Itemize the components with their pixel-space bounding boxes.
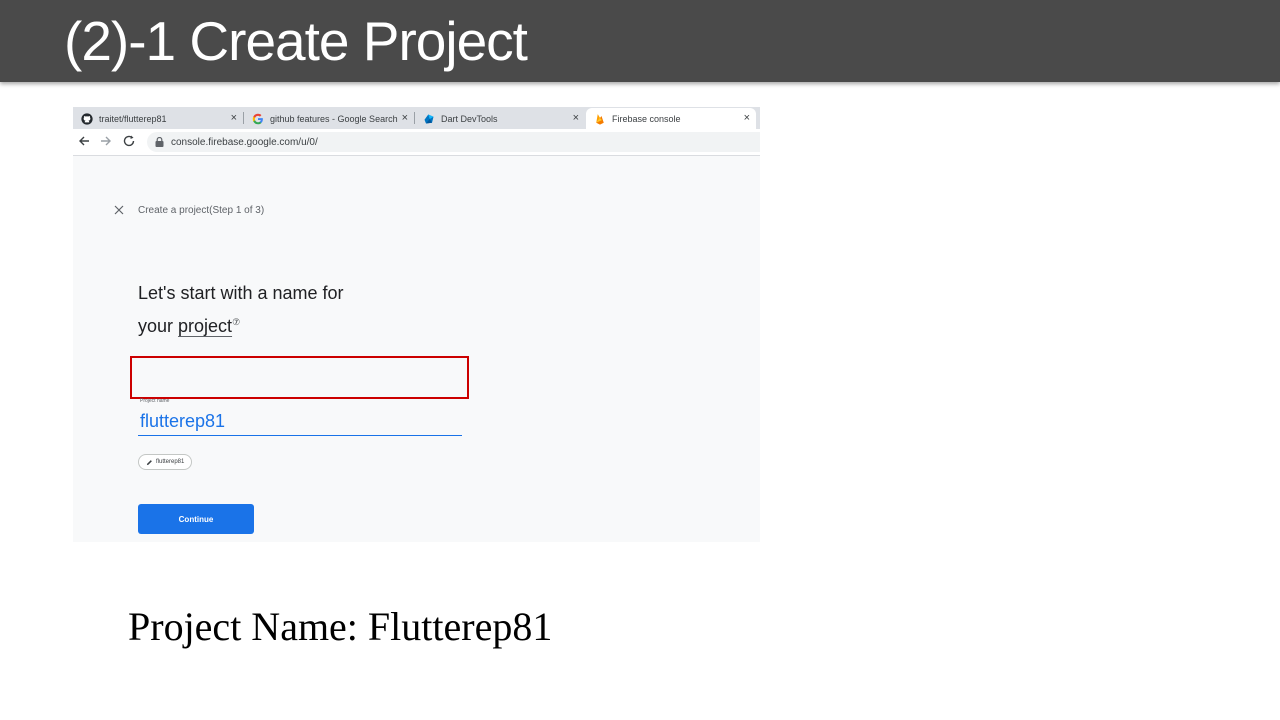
project-term-link[interactable]: project — [178, 316, 232, 336]
url-text: console.firebase.google.com/u/0/ — [171, 136, 318, 148]
tab-label: github features - Google Search — [270, 113, 398, 124]
address-bar: console.firebase.google.com/u/0/ — [73, 129, 760, 156]
browser-screenshot: traitet/flutterep81 × github features - … — [73, 107, 760, 542]
help-icon[interactable]: ⑦ — [232, 317, 240, 327]
slide-title: (2)-1 Create Project — [64, 10, 528, 72]
back-arrow-icon[interactable] — [77, 134, 91, 148]
continue-button[interactable]: Continue — [138, 504, 254, 534]
github-icon — [81, 112, 93, 125]
heading-line-2-prefix: your — [138, 316, 179, 336]
project-id-chip[interactable]: flutterep81 — [138, 454, 193, 470]
firebase-icon — [596, 113, 604, 125]
project-name-label: Project name — [140, 398, 170, 404]
slide-header: (2)-1 Create Project — [0, 0, 1280, 82]
dart-devtools-icon — [424, 114, 434, 123]
tab-close-icon[interactable]: × — [744, 111, 750, 125]
highlight-box — [130, 356, 469, 399]
close-icon[interactable] — [113, 204, 125, 216]
firebase-create-project-page: Create a project(Step 1 of 3) Let's star… — [73, 156, 760, 542]
slide-caption: Project Name: Flutterep81 — [128, 602, 552, 652]
heading-line-1: Let's start with a name for — [138, 283, 344, 303]
project-name-input[interactable] — [138, 408, 462, 436]
pencil-icon — [146, 459, 152, 465]
reload-icon[interactable] — [122, 134, 136, 148]
caption-value: Flutterep81 — [367, 604, 553, 649]
tab-close-icon[interactable]: × — [231, 111, 237, 125]
tab-label: traitet/flutterep81 — [99, 113, 167, 124]
url-bar[interactable]: console.firebase.google.com/u/0/ — [147, 132, 760, 152]
caption-key: Project Name: — [128, 604, 358, 649]
step-label: Create a project(Step 1 of 3) — [138, 205, 265, 216]
tab-close-icon[interactable]: × — [402, 111, 408, 125]
tab-label: Dart DevTools — [441, 113, 498, 124]
tab-strip: traitet/flutterep81 × github features - … — [73, 107, 760, 129]
wizard-heading: Let's start with a name for your project⑦ — [138, 279, 458, 341]
tab-google-search[interactable]: github features - Google Search × — [244, 108, 414, 129]
tab-github-repo[interactable]: traitet/flutterep81 × — [73, 108, 243, 129]
tab-label: Firebase console — [612, 113, 681, 124]
tab-dart-devtools[interactable]: Dart DevTools × — [415, 108, 585, 129]
project-id-text: flutterep81 — [156, 459, 185, 465]
tab-close-icon[interactable]: × — [573, 111, 579, 125]
forward-arrow-icon[interactable] — [99, 134, 113, 148]
google-icon — [252, 113, 263, 124]
lock-icon — [155, 137, 164, 147]
tab-firebase-console[interactable]: Firebase console × — [586, 108, 756, 129]
